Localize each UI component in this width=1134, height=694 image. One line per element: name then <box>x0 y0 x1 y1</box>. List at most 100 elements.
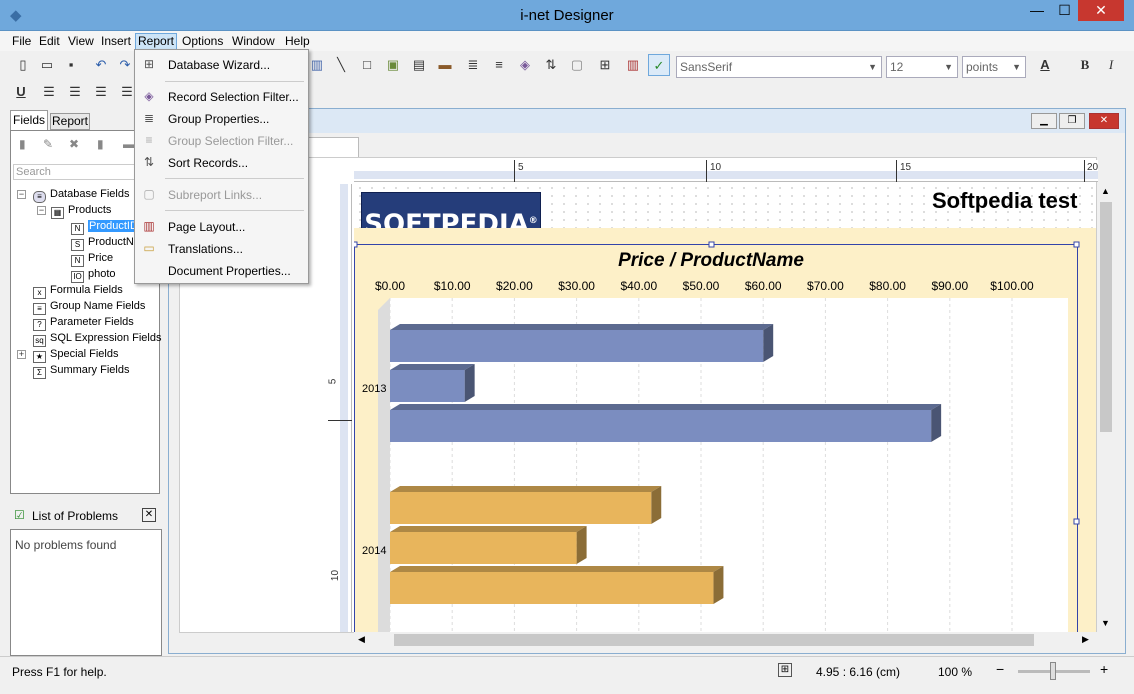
search-input[interactable]: Search <box>13 164 137 180</box>
tree-summary-fields[interactable]: Σ Summary Fields <box>33 362 129 379</box>
page-layout-icon[interactable]: ▥ <box>622 54 644 76</box>
document-tab[interactable] <box>307 137 359 157</box>
ruler-mark: 5 <box>327 378 339 385</box>
bar-side-face <box>464 364 475 402</box>
price-chart[interactable]: Price / ProductName $0.00 $10.00 $20.00 $30.… <box>354 228 1096 632</box>
scroll-right-icon[interactable]: ▶ <box>1082 634 1089 645</box>
scroll-thumb[interactable] <box>1100 202 1112 432</box>
minimize-button[interactable]: — <box>1023 0 1051 21</box>
menu-item-group-properties[interactable]: Group Properties... <box>168 109 269 129</box>
bar <box>390 572 714 604</box>
subreport-link-icon[interactable]: ▢ <box>566 54 588 76</box>
open-folder-icon[interactable]: ▭ <box>36 54 58 76</box>
edit-field-icon[interactable]: ✎ <box>43 137 53 151</box>
scroll-up-icon[interactable]: ▲ <box>1101 186 1110 196</box>
vertical-scrollbar[interactable]: ▲ ▼ <box>1098 184 1114 632</box>
zoom-out-icon[interactable]: − <box>996 661 1004 677</box>
scroll-down-icon[interactable]: ▼ <box>1101 618 1110 628</box>
document-restore-button[interactable]: ❐ <box>1059 113 1085 129</box>
tab-fields[interactable]: Fields <box>10 110 48 130</box>
underline-button[interactable]: U <box>10 81 32 103</box>
rectangle-tool-icon[interactable]: □ <box>356 54 378 76</box>
menu-report[interactable]: Report <box>135 33 178 50</box>
ruler-mark-line <box>1084 160 1085 182</box>
font-size-select[interactable]: 12 ▼ <box>886 56 958 78</box>
align-right-icon[interactable]: ☰ <box>90 81 112 103</box>
close-button[interactable]: ✕ <box>1078 0 1124 21</box>
menu-item-page-layout[interactable]: Page Layout... <box>168 217 245 237</box>
tree-label: Database Fields <box>50 188 130 200</box>
bar-side-face <box>763 324 774 362</box>
italic-button[interactable]: I <box>1100 54 1122 76</box>
tree-price[interactable]: N Price <box>71 250 113 267</box>
chart-icon[interactable]: ▥ <box>306 54 328 76</box>
menu-item-translations[interactable]: Translations... <box>168 239 243 259</box>
bold-button[interactable]: B <box>1074 54 1096 76</box>
group-filter-icon: ≡ <box>145 133 153 147</box>
tree-productid[interactable]: N ProductID <box>71 218 139 235</box>
text-tool-icon[interactable]: ▤ <box>408 54 430 76</box>
tree-sql-expression-fields[interactable]: sq SQL Expression Fields <box>33 330 161 347</box>
database-wizard-icon[interactable]: ⊞ <box>594 54 616 76</box>
tree-formula-fields[interactable]: x Formula Fields <box>33 282 123 299</box>
tree-database-fields[interactable]: ≡ Database Fields <box>33 186 130 203</box>
line-tool-icon[interactable]: ╲ <box>330 54 352 76</box>
subreport-tool-icon[interactable]: ▬ <box>434 54 456 76</box>
font-family-select[interactable]: SansSerif ▼ <box>676 56 882 78</box>
redo-icon[interactable]: ↷ <box>114 54 136 76</box>
save-icon[interactable]: ▪ <box>60 54 82 76</box>
undo-icon[interactable]: ↶ <box>90 54 112 76</box>
unit-select[interactable]: points ▼ <box>962 56 1026 78</box>
menu-view[interactable]: View <box>66 33 96 50</box>
menu-help[interactable]: Help <box>283 33 312 50</box>
menu-item-document-properties[interactable]: Document Properties... <box>168 261 291 281</box>
maximize-button[interactable]: ☐ <box>1051 0 1078 21</box>
tree-parameter-fields[interactable]: ? Parameter Fields <box>33 314 134 331</box>
document-close-button[interactable]: ✕ <box>1089 113 1119 129</box>
tree-group-name-fields[interactable]: ≡ Group Name Fields <box>33 298 146 315</box>
collapse-icon[interactable]: − <box>37 206 46 215</box>
zoom-slider-handle[interactable] <box>1050 662 1056 680</box>
tick-label: $50.00 <box>683 279 720 293</box>
copy-field-icon[interactable]: ▮ <box>97 137 104 151</box>
document-minimize-button[interactable]: ▁ <box>1031 113 1057 129</box>
tree-special-fields[interactable]: ★ Special Fields <box>33 346 118 363</box>
expand-icon[interactable]: + <box>17 350 26 359</box>
menu-item-sort-records[interactable]: Sort Records... <box>168 153 248 173</box>
close-panel-icon[interactable]: ✕ <box>142 508 156 522</box>
filter-tool-icon[interactable]: ≡ <box>488 54 510 76</box>
tab-report[interactable]: Report <box>50 113 90 130</box>
menu-file[interactable]: File <box>10 33 33 50</box>
menu-insert[interactable]: Insert <box>99 33 133 50</box>
menu-item-database-wizard[interactable]: Database Wizard... <box>168 55 270 75</box>
scroll-thumb[interactable] <box>394 634 1034 646</box>
grid-icon[interactable]: ⊞ <box>778 663 792 677</box>
sort-tool-icon[interactable]: ⇅ <box>540 54 562 76</box>
font-color-icon[interactable]: A <box>1034 54 1056 76</box>
menu-edit[interactable]: Edit <box>37 33 62 50</box>
align-center-icon[interactable]: ☰ <box>64 81 86 103</box>
zoom-in-icon[interactable]: + <box>1100 661 1108 677</box>
collapse-icon[interactable]: − <box>17 190 26 199</box>
delete-field-icon[interactable]: ✖ <box>69 137 79 151</box>
report-heading[interactable]: Softpedia test <box>932 188 1077 214</box>
font-family-value: SansSerif <box>680 60 733 74</box>
bar-top-face <box>390 364 475 370</box>
ruler-margin <box>340 184 348 632</box>
check-toggle-icon[interactable]: ✓ <box>648 54 670 76</box>
horizontal-scrollbar[interactable]: ◀ ▶ <box>354 632 1098 648</box>
menu-window[interactable]: Window <box>230 33 277 50</box>
add-field-icon[interactable]: ▮ <box>19 137 26 151</box>
tree-label: Group Name Fields <box>50 300 146 312</box>
menu-item-record-selection-filter[interactable]: Record Selection Filter... <box>168 87 299 107</box>
new-file-icon[interactable]: ▯ <box>12 54 34 76</box>
tree-photo[interactable]: IO photo <box>71 266 116 283</box>
record-filter-icon[interactable]: ◈ <box>514 54 536 76</box>
group-tool-icon[interactable]: ≣ <box>462 54 484 76</box>
scroll-left-icon[interactable]: ◀ <box>358 634 365 645</box>
align-left-icon[interactable]: ☰ <box>38 81 60 103</box>
tree-products[interactable]: ▦ Products <box>51 202 111 219</box>
zoom-slider[interactable] <box>1018 662 1090 680</box>
menu-options[interactable]: Options <box>180 33 225 50</box>
picture-tool-icon[interactable]: ▣ <box>382 54 404 76</box>
